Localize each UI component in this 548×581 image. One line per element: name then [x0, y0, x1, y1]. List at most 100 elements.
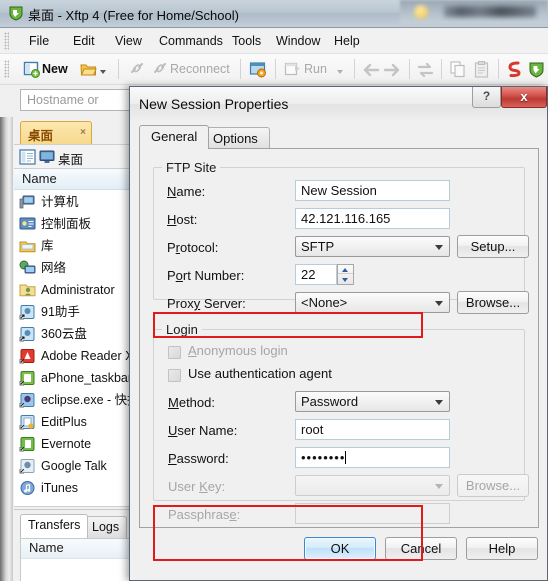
adobe-icon — [19, 349, 35, 364]
open-folder-icon[interactable] — [80, 62, 97, 77]
chevron-down-icon — [435, 245, 443, 250]
main-toolbar: New Reconnect Run — [0, 54, 548, 85]
forward-arrow-icon — [384, 63, 400, 77]
application-window: 桌面 - Xftp 4 (Free for Home/School) File … — [0, 0, 548, 581]
proxy-select[interactable]: <None> — [295, 292, 450, 313]
use-auth-agent-checkbox[interactable] — [168, 369, 181, 382]
menu-commands[interactable]: Commands — [152, 32, 230, 51]
list-item-label: 91助手 — [41, 305, 80, 319]
list-item[interactable]: EditPlus — [14, 411, 131, 433]
host-input[interactable]: 42.121.116.165 — [295, 208, 450, 229]
list-item[interactable]: Google Talk — [14, 455, 131, 477]
help-icon[interactable]: ? — [472, 87, 501, 108]
local-path-bar[interactable]: 桌面 — [14, 144, 132, 169]
list-item[interactable]: 网络 — [14, 257, 131, 279]
list-item[interactable]: 控制面板 — [14, 213, 131, 235]
userkey-browse-button[interactable]: Browse... — [457, 474, 529, 497]
ftp-site-group: FTP Site Name: New Session Host: 42.121.… — [153, 160, 529, 314]
shortcut-icon — [19, 327, 35, 342]
passphrase-input[interactable] — [295, 503, 450, 524]
passphrase-label: Passphrase: — [168, 507, 241, 522]
menu-view[interactable]: View — [108, 32, 149, 51]
reconnect-icon — [154, 63, 166, 73]
toolbar-separator-1 — [118, 59, 119, 79]
sync-transfer-icon — [417, 63, 434, 77]
paste-icon — [474, 61, 489, 78]
protocol-select[interactable]: SFTP — [295, 236, 450, 257]
list-item[interactable]: Adobe Reader X — [14, 345, 131, 367]
menu-edit[interactable]: Edit — [66, 32, 102, 51]
library-icon — [19, 241, 36, 253]
port-label: Port Number: — [167, 268, 245, 283]
login-legend: Login — [162, 322, 202, 337]
open-folder-dropdown[interactable] — [100, 60, 106, 83]
port-input[interactable]: 22 — [295, 264, 337, 285]
use-auth-agent-label: Use authentication agent — [188, 366, 332, 381]
password-input[interactable]: •••••••• — [295, 447, 450, 468]
cancel-button[interactable]: Cancel — [385, 537, 457, 560]
name-input[interactable]: New Session — [295, 180, 450, 201]
dialog-title: New Session Properties — [139, 96, 289, 112]
xshell-icon[interactable] — [506, 61, 523, 78]
host-label: Host: — [167, 212, 198, 227]
username-input[interactable]: root — [295, 419, 450, 440]
list-item[interactable]: iTunes — [14, 477, 131, 499]
main-window-titlebar: 桌面 - Xftp 4 (Free for Home/School) — [0, 0, 548, 28]
local-tabstrip: 桌面 × — [14, 119, 132, 145]
session-properties-icon[interactable] — [249, 61, 266, 78]
menubar-grip[interactable] — [4, 32, 9, 50]
run-button[interactable]: Run — [304, 58, 327, 81]
menu-file[interactable]: File — [22, 32, 56, 51]
run-dropdown[interactable] — [337, 60, 343, 83]
list-item-label: Google Talk — [41, 459, 107, 473]
local-tab-desktop[interactable]: 桌面 × — [20, 121, 92, 145]
panel-edge-scrollbar[interactable] — [0, 117, 13, 581]
port-stepper-down[interactable] — [338, 275, 353, 284]
reconnect-button[interactable]: Reconnect — [170, 58, 230, 81]
list-item[interactable]: eclipse.exe - 快捷 — [14, 389, 131, 411]
list-item[interactable]: 库 — [14, 235, 131, 257]
toolbar-grip[interactable] — [4, 60, 9, 78]
triangle-down-icon — [342, 278, 348, 282]
list-item[interactable]: 计算机 — [14, 191, 131, 213]
desktop-icon — [39, 150, 55, 163]
column-header-name[interactable]: Name — [14, 169, 131, 190]
new-session-button[interactable]: New — [42, 58, 68, 81]
local-path-label: 桌面 — [58, 153, 84, 167]
method-select[interactable]: Password — [295, 391, 450, 412]
transfers-column-header-name[interactable]: Name — [21, 539, 132, 559]
tab-logs[interactable]: Logs — [84, 516, 128, 538]
name-label: Name: — [167, 184, 206, 199]
username-label: User Name: — [168, 423, 238, 438]
menu-tools[interactable]: Tools — [225, 32, 268, 51]
folder-view-icon[interactable] — [19, 149, 36, 165]
obscured-icon — [414, 5, 428, 19]
new-session-icon[interactable] — [23, 61, 40, 78]
menu-window[interactable]: Window — [269, 32, 327, 51]
list-item[interactable]: Administrator — [14, 279, 131, 301]
menu-help[interactable]: Help — [327, 32, 367, 51]
anonymous-login-checkbox[interactable] — [168, 346, 181, 359]
connect-icon — [131, 63, 143, 73]
proxy-browse-button[interactable]: Browse... — [457, 291, 529, 314]
chevron-down-icon — [337, 69, 343, 74]
tab-general[interactable]: General — [139, 125, 210, 149]
tab-transfers[interactable]: Transfers — [20, 514, 89, 538]
dialog-general-page: FTP Site Name: New Session Host: 42.121.… — [139, 148, 539, 528]
list-item[interactable]: Evernote — [14, 433, 131, 455]
port-stepper-up[interactable] — [338, 265, 353, 274]
transfers-list: Name — [20, 538, 132, 581]
xftp-icon[interactable] — [528, 61, 545, 78]
tab-options[interactable]: Options — [201, 127, 270, 149]
list-item[interactable]: aPhone_taskbar — [14, 367, 131, 389]
port-stepper[interactable] — [337, 264, 354, 285]
shortcut-icon — [19, 371, 35, 386]
userkey-select[interactable] — [295, 475, 450, 496]
help-button[interactable]: Help — [466, 537, 538, 560]
list-item[interactable]: 360云盘 — [14, 323, 131, 345]
setup-button[interactable]: Setup... — [457, 235, 529, 258]
close-icon[interactable]: x — [501, 87, 547, 108]
close-icon[interactable]: × — [80, 127, 86, 138]
list-item[interactable]: 91助手 — [14, 301, 131, 323]
ok-button[interactable]: OK — [304, 537, 376, 560]
